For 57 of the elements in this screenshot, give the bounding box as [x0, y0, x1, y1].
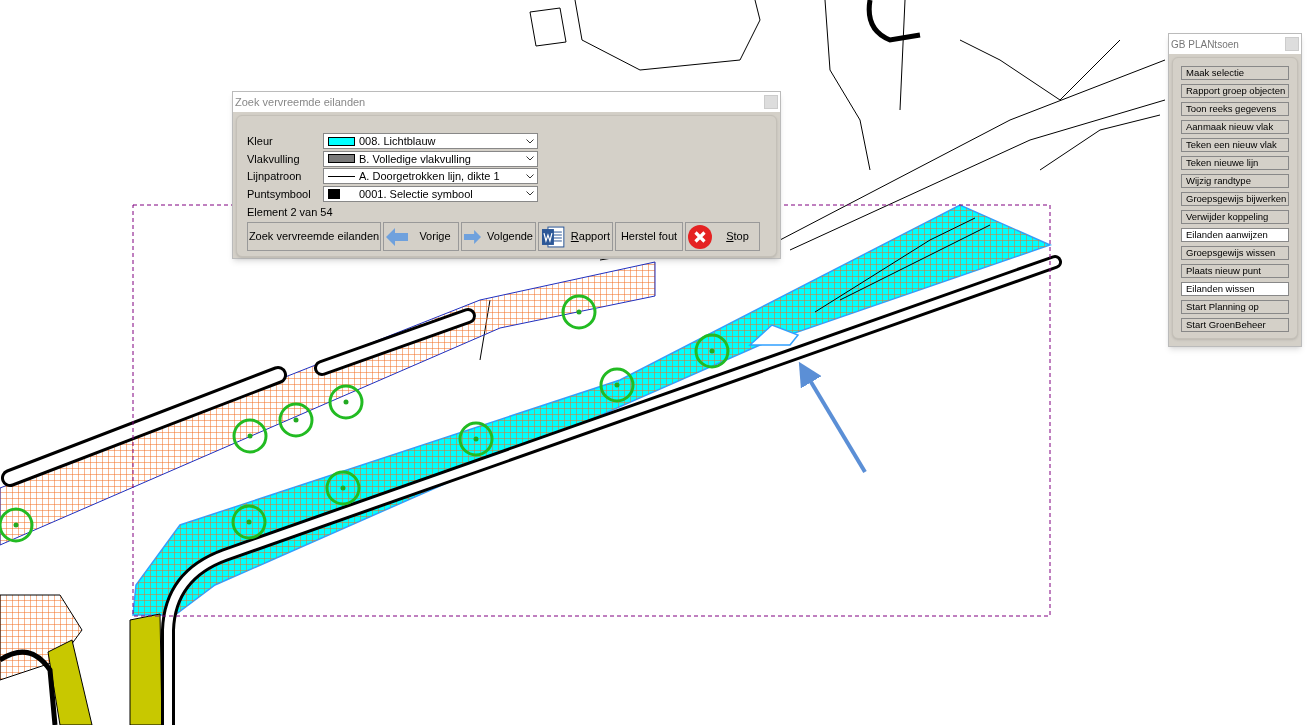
tree-marker [278, 402, 314, 438]
panel-button[interactable]: Start Planning op [1181, 300, 1289, 314]
chevron-down-icon [526, 173, 534, 179]
chevron-down-icon [526, 191, 534, 197]
gap-area [748, 324, 800, 346]
tree-marker [0, 507, 34, 543]
arrow-right-icon [464, 227, 482, 246]
stop-button[interactable]: Stop [685, 222, 760, 251]
dropdown-field[interactable]: 008. Lichtblauw [323, 133, 538, 150]
panel-button[interactable]: Aanmaak nieuw vlak [1181, 120, 1289, 134]
tree-marker [561, 294, 597, 330]
next-button[interactable]: Volgende [461, 222, 536, 251]
dropdown-field[interactable]: 0001. Selectie symbool [323, 185, 538, 202]
panel-button[interactable]: Teken een nieuw vlak [1181, 138, 1289, 152]
panel-button[interactable]: Groepsgewijs wissen [1181, 246, 1289, 260]
tree-marker [328, 384, 364, 420]
panel-button[interactable]: Teken nieuwe lijn [1181, 156, 1289, 170]
line-swatch [328, 175, 355, 177]
fill-swatch [328, 154, 355, 164]
point-swatch [328, 188, 340, 199]
tree-marker [458, 421, 494, 457]
field-label: Puntsymbool [247, 186, 312, 202]
panel-button[interactable]: Maak selectie [1181, 66, 1289, 80]
tree-marker [231, 504, 267, 540]
status-text: Element 2 van 54 [247, 205, 334, 219]
field-label: Kleur [247, 134, 274, 149]
report-button[interactable]: Rapport [538, 222, 613, 251]
close-button[interactable] [1285, 37, 1299, 51]
document-icon [541, 225, 565, 248]
panel-button[interactable]: Eilanden aanwijzen [1181, 228, 1289, 242]
chevron-down-icon [526, 156, 534, 162]
stop-icon [688, 224, 712, 249]
panel-button[interactable]: Eilanden wissen [1181, 282, 1289, 296]
chevron-down-icon [526, 138, 534, 144]
panel-button[interactable]: Rapport groep objecten [1181, 84, 1289, 98]
panel-button[interactable]: Wijzig randtype [1181, 174, 1289, 188]
panel-button[interactable]: Toon reeks gegevens [1181, 102, 1289, 116]
back-button[interactable]: Vorige [383, 222, 459, 251]
field-label: Vlakvulling [247, 151, 301, 167]
dropdown-field[interactable]: B. Volledige vlakvulling [323, 150, 538, 167]
panel-button[interactable]: Plaats nieuw punt [1181, 264, 1289, 278]
window-title: GB PLANtsoen [1171, 37, 1239, 52]
panel-button[interactable]: Groepsgewijs bijwerken [1181, 192, 1289, 206]
close-button[interactable] [764, 95, 778, 109]
field-label: Lijnpatroon [247, 169, 303, 184]
panel-button[interactable]: Verwijder koppeling [1181, 210, 1289, 224]
action-button[interactable]: Zoek vervreemde eilanden [247, 222, 381, 251]
window-title: Zoek vervreemde eilanden [235, 94, 366, 110]
arrow-left-icon [386, 227, 408, 246]
tree-marker [599, 367, 635, 403]
tree-marker [232, 418, 268, 454]
dropdown-field[interactable]: A. Doorgetrokken lijn, dikte 1 [323, 168, 538, 185]
tree-marker [325, 470, 361, 506]
road-outline [866, 0, 921, 43]
tree-marker [694, 333, 730, 369]
action-button[interactable]: Herstel fout [615, 222, 683, 251]
panel-button[interactable]: Start GroenBeheer [1181, 318, 1289, 332]
